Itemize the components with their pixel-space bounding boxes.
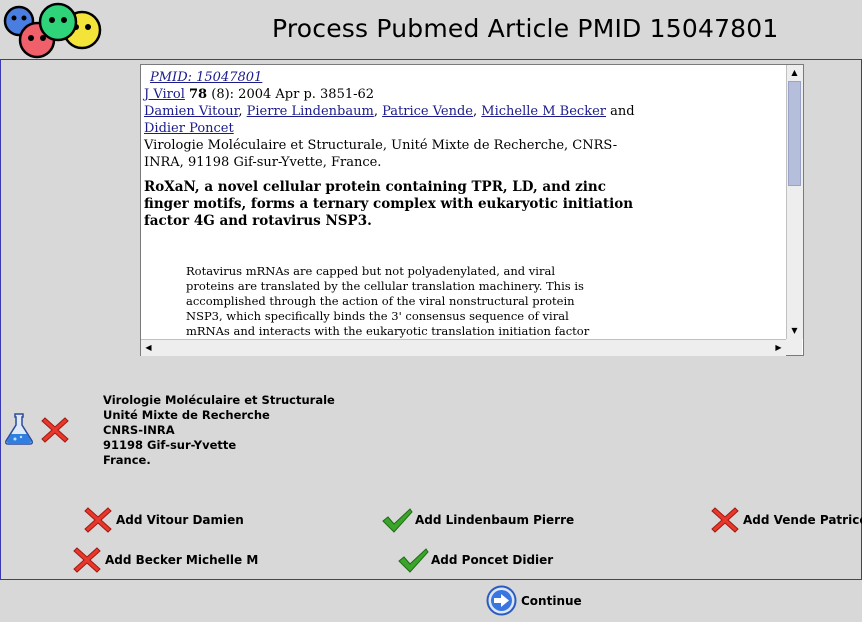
arrow-right-circle-icon xyxy=(486,585,517,616)
author-link[interactable]: Damien Vitour xyxy=(144,104,238,119)
journal-link[interactable]: J Virol xyxy=(144,87,185,102)
article-content: PMID: 15047801 J Virol 78 (8): 2004 Apr … xyxy=(141,65,786,339)
article-abstract: Rotavirus mRNAs are capped but not polya… xyxy=(186,264,590,338)
add-author-lindenbaum-button[interactable]: Add Lindenbaum Pierre xyxy=(381,504,574,536)
delete-affiliation-icon[interactable] xyxy=(39,414,71,446)
scroll-left-icon[interactable]: ◀ xyxy=(141,340,156,355)
continue-label: Continue xyxy=(521,593,582,608)
author-link[interactable]: Pierre Lindenbaum xyxy=(247,104,374,119)
scroll-up-icon[interactable]: ▲ xyxy=(787,65,802,80)
app-logo-icon xyxy=(3,2,102,59)
cross-icon xyxy=(84,507,112,533)
citation-details: (8): 2004 Apr p. 3851-62 xyxy=(207,87,375,102)
scroll-corner xyxy=(786,339,802,355)
pmid-link[interactable]: PMID: 15047801 xyxy=(144,70,262,85)
header-bar: Process Pubmed Article PMID 15047801 xyxy=(0,0,862,60)
add-author-label: Add Poncet Didier xyxy=(431,553,554,567)
add-author-vitour-button[interactable]: Add Vitour Damien xyxy=(82,504,244,536)
article-title: RoXaN, a novel cellular protein containi… xyxy=(144,179,634,229)
horizontal-scrollbar[interactable]: ◀ ▶ xyxy=(141,339,786,356)
continue-button[interactable]: Continue xyxy=(486,585,582,616)
author-link[interactable]: Didier Poncet xyxy=(144,121,234,136)
author-link[interactable]: Patrice Vende xyxy=(382,104,473,119)
scroll-right-icon[interactable]: ▶ xyxy=(771,340,786,355)
author-link[interactable]: Michelle M Becker xyxy=(481,104,606,119)
citation-line: J Virol 78 (8): 2004 Apr p. 3851-62 xyxy=(144,86,654,103)
check-icon xyxy=(382,508,413,533)
scroll-down-icon[interactable]: ▼ xyxy=(787,323,802,338)
flask-icon[interactable] xyxy=(3,412,35,446)
add-author-label: Add Becker Michelle M xyxy=(105,553,259,567)
horizontal-scroll-track[interactable] xyxy=(157,341,770,354)
article-affiliation: Virologie Moléculaire et Structurale, Un… xyxy=(144,138,618,170)
and-word: and xyxy=(606,104,635,119)
window-title: Process Pubmed Article PMID 15047801 xyxy=(272,14,779,43)
affiliation-block: Virologie Moléculaire et Structurale Uni… xyxy=(103,393,335,467)
article-viewer[interactable]: PMID: 15047801 J Virol 78 (8): 2004 Apr … xyxy=(140,64,804,356)
main-panel: PMID: 15047801 J Virol 78 (8): 2004 Apr … xyxy=(0,60,862,580)
add-author-becker-button[interactable]: Add Becker Michelle M xyxy=(71,544,258,576)
authors-line: Damien Vitour, Pierre Lindenbaum, Patric… xyxy=(144,104,635,136)
volume: 78 xyxy=(189,87,208,102)
add-author-label: Add Lindenbaum Pierre xyxy=(415,513,575,527)
vertical-scroll-thumb[interactable] xyxy=(788,81,801,186)
vertical-scrollbar[interactable]: ▲ ▼ xyxy=(786,65,803,339)
add-author-poncet-button[interactable]: Add Poncet Didier xyxy=(397,544,553,576)
check-icon xyxy=(398,548,429,573)
add-author-vende-button[interactable]: Add Vende Patrice xyxy=(709,504,862,536)
add-author-label: Add Vitour Damien xyxy=(116,513,244,527)
cross-icon xyxy=(711,507,739,533)
cross-icon xyxy=(73,547,101,573)
add-author-label: Add Vende Patrice xyxy=(743,513,862,527)
